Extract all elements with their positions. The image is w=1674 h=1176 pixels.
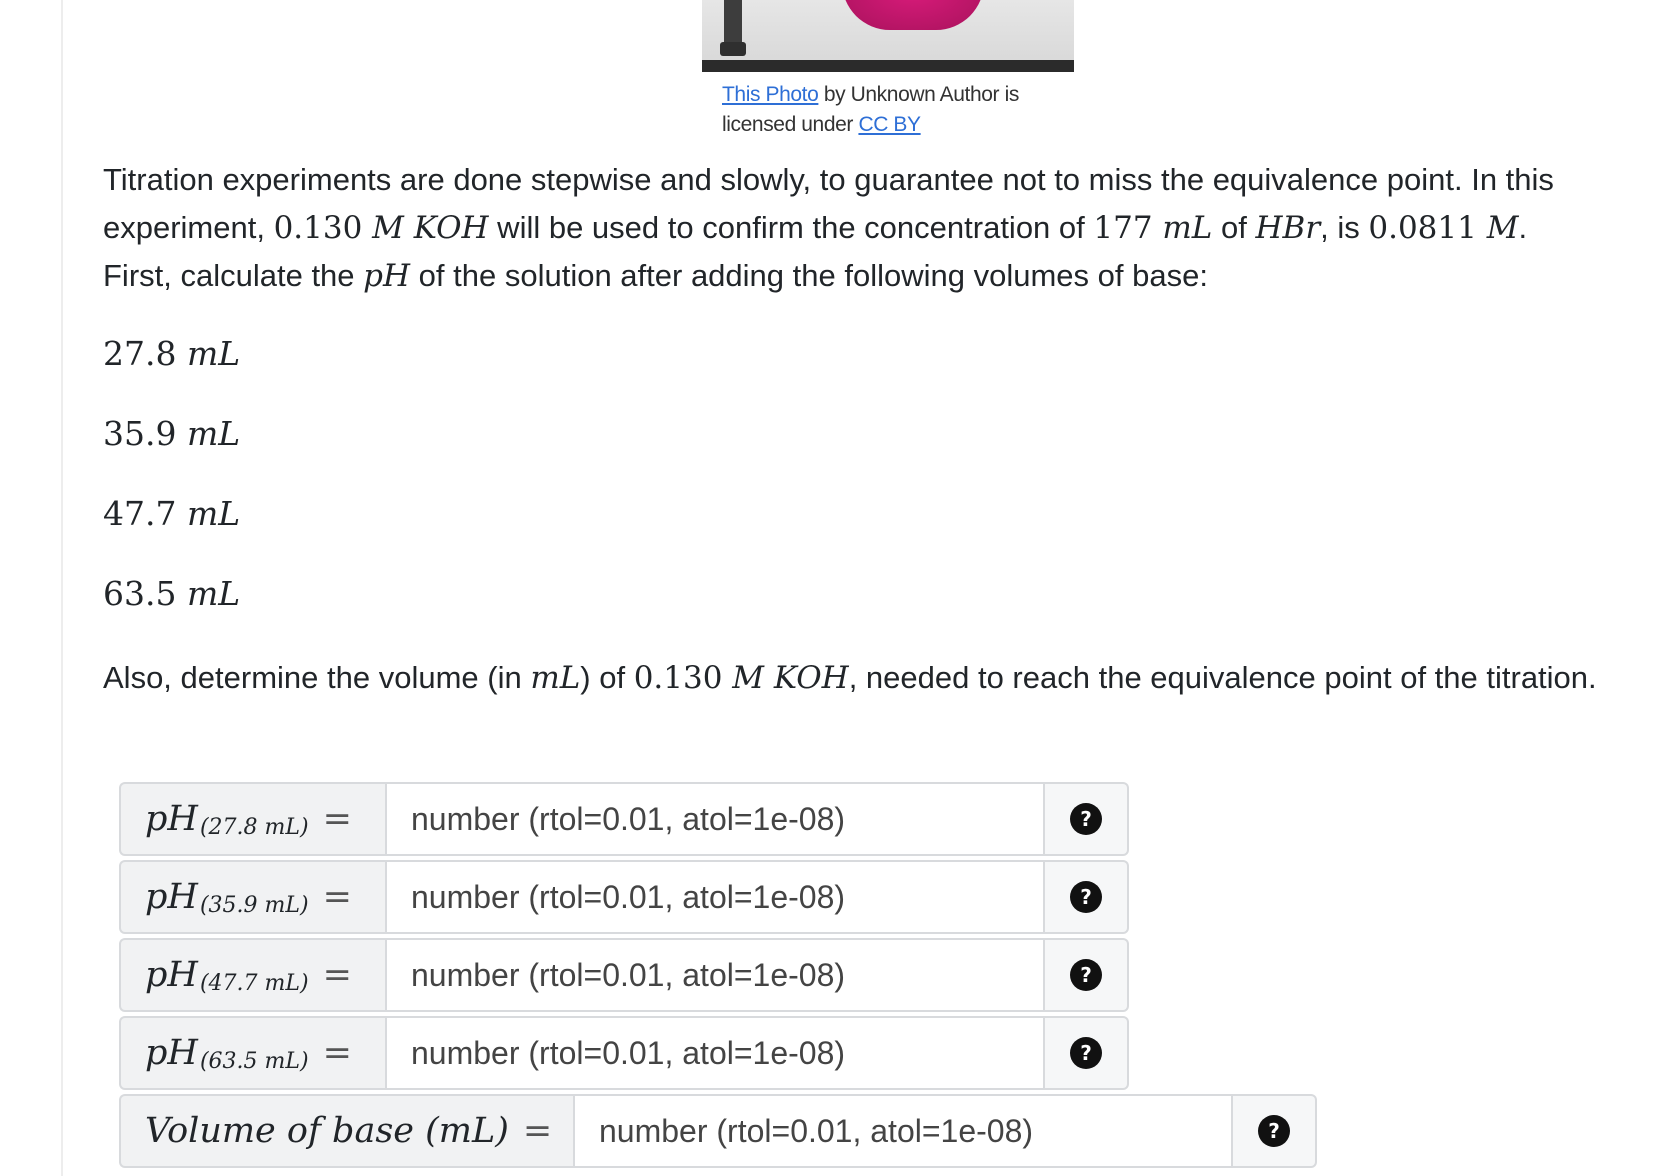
acid-unit: M (1476, 210, 1519, 246)
ph-input[interactable]: number (rtol=0.01, atol=1e-08) (385, 938, 1045, 1012)
help-button[interactable]: ? (1045, 1016, 1129, 1090)
volume-item: 27.8 mL (103, 334, 241, 373)
ph-input[interactable]: number (rtol=0.01, atol=1e-08) (385, 860, 1045, 934)
stand-rod (724, 0, 742, 48)
answer-label: pH (27.8 mL) = (119, 782, 385, 856)
ph-symbol: pH (363, 258, 411, 294)
volume-item: 35.9 mL (103, 414, 241, 453)
ph-input[interactable]: number (rtol=0.01, atol=1e-08) (385, 1016, 1045, 1090)
caption-text-1: by Unknown Author is (818, 83, 1020, 106)
ml-unit: mL (530, 660, 581, 696)
question-icon: ? (1070, 803, 1102, 835)
text: of the solution after adding the followi… (410, 258, 1208, 293)
volume-item: 63.5 mL (103, 574, 241, 613)
ph-input[interactable]: number (rtol=0.01, atol=1e-08) (385, 782, 1045, 856)
koh-concentration: 0.130 (273, 210, 363, 246)
answer-row-ph-3: pH (47.7 mL) = number (rtol=0.01, atol=1e-… (119, 938, 1129, 1012)
answer-row-ph-1: pH (27.8 mL) = number (rtol=0.01, atol=1e-… (119, 782, 1129, 856)
clamp (720, 42, 746, 56)
answer-row-volume: Volume of base (mL) = number (rtol=0.01, … (119, 1094, 1317, 1168)
question-icon: ? (1070, 881, 1102, 913)
stand-base (702, 60, 1074, 72)
question-icon: ? (1070, 959, 1102, 991)
photo-caption: This Photo by Unknown Author is licensed… (722, 80, 1082, 140)
acid-formula: HBr (1255, 210, 1321, 246)
koh-concentration: 0.130 (633, 660, 723, 696)
acid-concentration: 0.0811 (1368, 210, 1477, 246)
question-icon: ? (1258, 1115, 1290, 1147)
text: . (1518, 210, 1528, 245)
problem-paragraph-3: Also, determine the volume (in mL) of 0.… (103, 654, 1663, 702)
answer-label: pH (35.9 mL) = (119, 860, 385, 934)
acid-volume-unit: mL (1152, 210, 1213, 246)
answer-row-ph-2: pH (35.9 mL) = number (rtol=0.01, atol=1e-… (119, 860, 1129, 934)
help-button[interactable]: ? (1045, 782, 1129, 856)
text: First, calculate the (103, 258, 364, 293)
titration-photo (702, 0, 1074, 72)
koh-unit: M KOH (722, 660, 849, 696)
caption-text-2: licensed under (722, 113, 859, 136)
problem-paragraph-1: Titration experiments are done stepwise … (103, 156, 1663, 300)
volume-item: 47.7 mL (103, 494, 241, 533)
flask (842, 0, 984, 30)
question-icon: ? (1070, 1037, 1102, 1069)
text: will be used to confirm the concentratio… (488, 210, 1094, 245)
volume-input[interactable]: number (rtol=0.01, atol=1e-08) (573, 1094, 1233, 1168)
text: Also, determine the volume (in (103, 660, 531, 695)
answer-label: pH (47.7 mL) = (119, 938, 385, 1012)
text: , needed to reach the equivalence point … (848, 660, 1597, 695)
text: of (1212, 210, 1256, 245)
answer-row-ph-4: pH (63.5 mL) = number (rtol=0.01, atol=1e-… (119, 1016, 1129, 1090)
left-border (61, 0, 63, 1176)
help-button[interactable]: ? (1233, 1094, 1317, 1168)
photo-link[interactable]: This Photo (722, 83, 819, 106)
help-button[interactable]: ? (1045, 938, 1129, 1012)
answer-label: pH (63.5 mL) = (119, 1016, 385, 1090)
license-link[interactable]: CC BY (858, 113, 921, 136)
text: ) of (580, 660, 634, 695)
answer-label: Volume of base (mL) = (119, 1094, 573, 1168)
koh-unit: M KOH (362, 210, 489, 246)
help-button[interactable]: ? (1045, 860, 1129, 934)
text: , is (1320, 210, 1369, 245)
acid-volume: 177 (1093, 210, 1153, 246)
